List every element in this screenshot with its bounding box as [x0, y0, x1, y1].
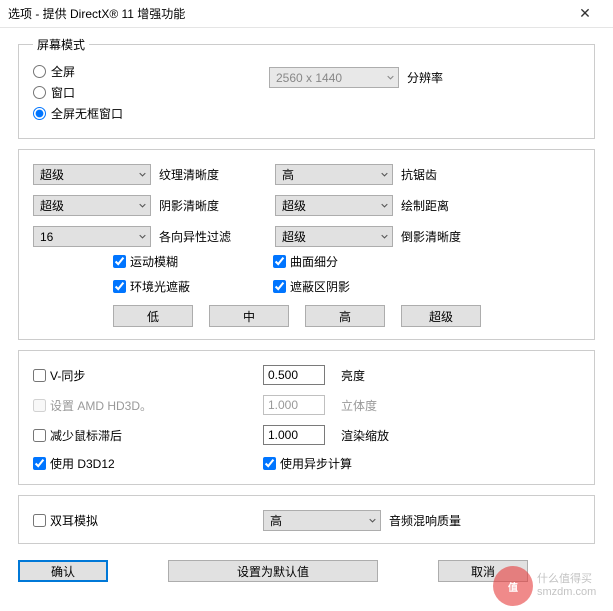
ambient-occlusion-checkbox[interactable]: 环境光遮蔽 [113, 278, 273, 295]
graphics-group: 超级 纹理清晰度 高 抗锯齿 超级 阴影清晰度 超级 绘制距离 16 各向异性过… [18, 149, 595, 340]
ok-button[interactable]: 确认 [18, 560, 108, 582]
resolution-label: 分辨率 [407, 69, 443, 86]
aniso-dropdown[interactable]: 16 [33, 226, 151, 247]
brightness-input[interactable]: 0.500 [263, 365, 325, 385]
chevron-down-icon [381, 202, 388, 209]
async-compute-checkbox[interactable]: 使用异步计算 [263, 455, 433, 472]
window-title: 选项 - 提供 DirectX® 11 增强功能 [8, 5, 565, 22]
aniso-label: 各向异性过滤 [159, 228, 241, 245]
brightness-label: 亮度 [341, 367, 433, 384]
drawdist-label: 绘制距离 [401, 197, 483, 214]
audio-quality-dropdown[interactable]: 高 [263, 510, 381, 531]
chevron-down-icon [381, 233, 388, 240]
defaults-button[interactable]: 设置为默认值 [168, 560, 378, 582]
screen-mode-legend: 屏幕模式 [33, 36, 89, 53]
screen-mode-group: 屏幕模式 全屏 窗口 全屏无框窗口 2560 x 1440 分辨率 [18, 36, 595, 139]
render-scale-input[interactable]: 1.000 [263, 425, 325, 445]
chevron-down-icon [369, 517, 376, 524]
shadow-label: 阴影清晰度 [159, 197, 241, 214]
audio-quality-label: 音频混响质量 [389, 512, 461, 529]
texture-label: 纹理清晰度 [159, 166, 241, 183]
antialias-label: 抗锯齿 [401, 166, 483, 183]
reflection-dropdown[interactable]: 超级 [275, 226, 393, 247]
tessellation-checkbox[interactable]: 曲面细分 [273, 253, 433, 270]
render-scale-label: 渲染缩放 [341, 427, 433, 444]
motion-blur-checkbox[interactable]: 运动模糊 [113, 253, 273, 270]
texture-dropdown[interactable]: 超级 [33, 164, 151, 185]
d3d12-checkbox[interactable]: 使用 D3D12 [33, 455, 233, 472]
audio-group: 双耳模拟 高 音频混响质量 [18, 495, 595, 544]
chevron-down-icon [139, 233, 146, 240]
preset-low-button[interactable]: 低 [113, 305, 193, 327]
preset-high-button[interactable]: 高 [305, 305, 385, 327]
preset-ultra-button[interactable]: 超级 [401, 305, 481, 327]
titlebar: 选项 - 提供 DirectX® 11 增强功能 ✕ [0, 0, 613, 28]
binaural-checkbox[interactable]: 双耳模拟 [33, 512, 263, 529]
chevron-down-icon [387, 74, 394, 81]
drawdist-dropdown[interactable]: 超级 [275, 195, 393, 216]
chevron-down-icon [381, 171, 388, 178]
shadow-dropdown[interactable]: 超级 [33, 195, 151, 216]
cancel-button[interactable]: 取消 [438, 560, 528, 582]
preset-mid-button[interactable]: 中 [209, 305, 289, 327]
shadow-area-checkbox[interactable]: 遮蔽区阴影 [273, 278, 433, 295]
misc-group: V-同步 0.500 亮度 设置 AMD HD3D。 1.000 立体度 减少鼠… [18, 350, 595, 485]
resolution-dropdown: 2560 x 1440 [269, 67, 399, 88]
hd3d-checkbox: 设置 AMD HD3D。 [33, 397, 233, 414]
vsync-checkbox[interactable]: V-同步 [33, 367, 233, 384]
reflection-label: 倒影清晰度 [401, 228, 483, 245]
stereo-label: 立体度 [341, 397, 433, 414]
radio-borderless[interactable]: 全屏无框窗口 [33, 105, 580, 122]
antialias-dropdown[interactable]: 高 [275, 164, 393, 185]
mouse-lag-checkbox[interactable]: 减少鼠标滞后 [33, 427, 233, 444]
chevron-down-icon [139, 171, 146, 178]
close-icon[interactable]: ✕ [565, 5, 605, 22]
stereo-input: 1.000 [263, 395, 325, 415]
chevron-down-icon [139, 202, 146, 209]
